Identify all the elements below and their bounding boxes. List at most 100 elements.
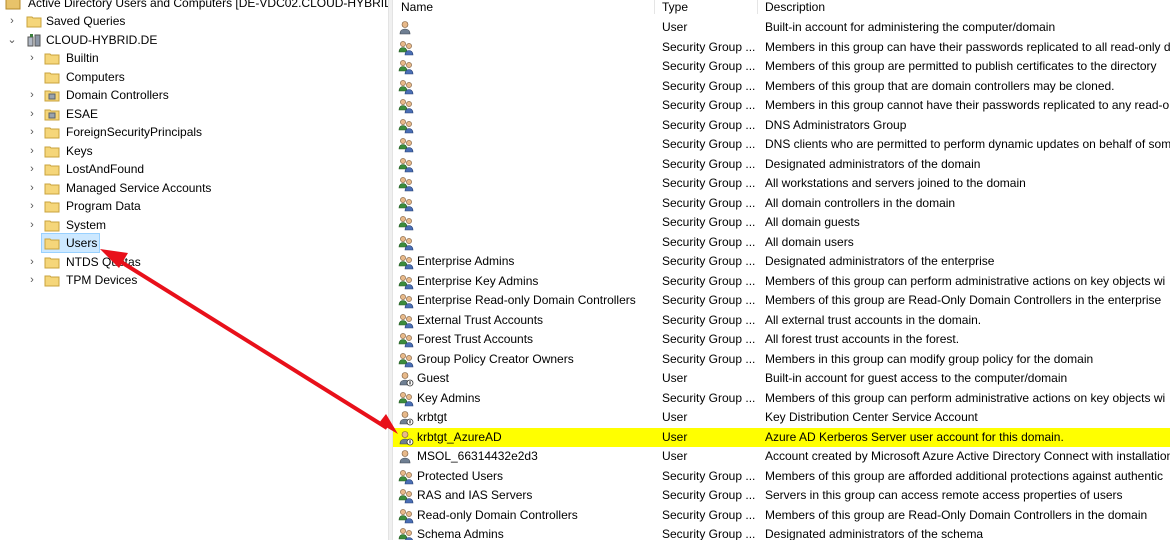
list-row[interactable]: Security Group ... Members of this group … (393, 77, 1170, 97)
chevron-right-icon[interactable]: › (26, 105, 38, 123)
tree-item-domain-controllers[interactable]: › Domain Controllers (0, 86, 388, 104)
cell-name: Schema Admins (417, 527, 504, 540)
list-row[interactable]: External Trust Accounts Security Group ..… (393, 311, 1170, 331)
chevron-right-icon[interactable]: › (6, 12, 18, 30)
tree-item-lostandfound[interactable]: › LostAndFound (0, 160, 388, 178)
tree-item-keys[interactable]: › Keys (0, 142, 388, 160)
cell-type: Security Group ... (662, 215, 756, 229)
list-row[interactable]: Security Group ... All domain controllers… (393, 194, 1170, 214)
tree-item-program-data[interactable]: › Program Data (0, 197, 388, 215)
chevron-right-icon[interactable]: › (26, 271, 38, 289)
cell-description: Built-in account for administering the c… (765, 20, 1056, 34)
tree-item-esae[interactable]: › ESAE (0, 105, 388, 123)
cell-description: DNS Administrators Group (765, 117, 907, 132)
list-row[interactable]: Security Group ... Members of this group … (393, 57, 1170, 77)
list-row[interactable]: Security Group ... All domain users (393, 233, 1170, 253)
cell-type: Security Group ... (662, 293, 756, 307)
tree-item-saved-queries[interactable]: › Saved Queries (0, 12, 388, 30)
tree-item-system[interactable]: › System (0, 216, 388, 234)
list-row[interactable]: Security Group ... All domain guests (393, 213, 1170, 233)
tree-item-foreignsecurityprincipals[interactable]: › ForeignSecurityPrincipals (0, 123, 388, 141)
cell-type: Security Group ... (662, 312, 756, 327)
tree-item-label: LostAndFound (66, 162, 145, 176)
list-row[interactable]: krbtgt_AzureAD User Azure AD Kerberos Serv… (393, 427, 1170, 447)
cell-description: Designated administrators of the domain (765, 156, 981, 171)
folder-icon (26, 16, 42, 28)
list-row[interactable]: Enterprise Admins Security Group ... Desig… (393, 252, 1170, 272)
list-row[interactable]: krbtgt User Key Distribution Center Servic… (393, 408, 1170, 428)
cell-name: Enterprise Key Admins (417, 273, 539, 288)
tree-root[interactable]: Active Directory Users and Computers [DE… (0, 0, 388, 12)
cell-type: Security Group ... (662, 78, 756, 93)
list-row[interactable]: User Built-in account for administering t… (393, 18, 1170, 38)
cell-name: MSOL_66314432e2d3 (417, 449, 538, 463)
list-row[interactable]: Key Admins Security Group ... Members of t… (393, 389, 1170, 409)
column-separator[interactable] (757, 0, 758, 14)
user-icon (399, 21, 411, 35)
list-row[interactable]: MSOL_66314432e2d3 User Account created by … (393, 447, 1170, 467)
list-row[interactable]: RAS and IAS Servers Security Group ... Ser… (393, 486, 1170, 506)
chevron-right-icon[interactable]: › (26, 253, 38, 271)
chevron-right-icon[interactable]: › (26, 160, 38, 178)
tree-item-ntds-quotas[interactable]: › NTDS Quotas (0, 253, 388, 271)
tree-item-builtin[interactable]: › Builtin (0, 49, 388, 67)
chevron-down-icon[interactable]: ⌄ (6, 31, 18, 49)
tree-item-label: CLOUD-HYBRID.DE (46, 33, 158, 47)
list-row[interactable]: Security Group ... DNS Administrators Gro… (393, 116, 1170, 136)
list-row[interactable]: Security Group ... DNS clients who are pe… (393, 135, 1170, 155)
tree-item-users[interactable]: Users (0, 233, 388, 253)
cell-type: Security Group ... (662, 468, 756, 483)
cell-type: User (662, 371, 688, 385)
tree-item-label: Managed Service Accounts (66, 180, 212, 195)
tree-item-label: Keys (66, 143, 93, 158)
column-header-description[interactable]: Description (765, 0, 1165, 14)
tree-item-label: Builtin (66, 51, 99, 65)
list-row[interactable]: Group Policy Creator Owners Security Grou… (393, 350, 1170, 370)
cell-type: Security Group ... (662, 39, 756, 54)
cell-name: Enterprise Admins (417, 254, 515, 268)
tree-root-label: Active Directory Users and Computers [DE… (28, 0, 388, 10)
list-row[interactable]: Enterprise Key Admins Security Group ... M… (393, 272, 1170, 292)
chevron-right-icon[interactable]: › (26, 86, 38, 104)
list-row[interactable]: Security Group ... All workstations and s… (393, 174, 1170, 194)
chevron-right-icon[interactable]: › (26, 142, 38, 160)
chevron-right-icon[interactable]: › (26, 123, 38, 141)
folder-icon (44, 238, 60, 250)
user-icon (399, 450, 411, 464)
list-row[interactable]: Security Group ... Members in this group … (393, 96, 1170, 116)
list-row[interactable]: Guest User Built-in account for guest acce… (393, 369, 1170, 389)
cell-name: External Trust Accounts (417, 312, 544, 327)
column-header-type[interactable]: Type (662, 0, 757, 14)
group-icon (398, 60, 414, 75)
group-icon (398, 294, 414, 309)
cell-description: Key Distribution Center Service Account (765, 410, 978, 424)
cell-name: Key Admins (417, 390, 481, 405)
chevron-right-icon[interactable]: › (26, 197, 38, 215)
folder-icon (44, 275, 60, 287)
tree-item-tpm-devices[interactable]: › TPM Devices (0, 271, 388, 289)
list-row[interactable]: Protected Users Security Group ... Members… (393, 467, 1170, 487)
list-row[interactable]: Security Group ... Members in this group … (393, 38, 1170, 58)
chevron-right-icon[interactable]: › (26, 49, 38, 67)
folder-icon (44, 201, 60, 213)
chevron-right-icon[interactable]: › (26, 216, 38, 234)
column-header-name[interactable]: Name (401, 0, 661, 14)
cell-description: Built-in account for guest access to the… (765, 371, 1068, 385)
list-row[interactable]: Read-only Domain Controllers Security Gro… (393, 506, 1170, 526)
folder-icon (44, 53, 60, 65)
cell-description: All domain controllers in the domain (765, 195, 956, 210)
tree-item-domain[interactable]: ⌄ CLOUD-HYBRID.DE (0, 31, 388, 49)
tree-item-computers[interactable]: Computers (0, 68, 388, 86)
column-separator[interactable] (654, 0, 655, 14)
list-row[interactable]: Forest Trust Accounts Security Group ... A… (393, 330, 1170, 350)
list-row[interactable]: Schema Admins Security Group ... Designate… (393, 525, 1170, 540)
list-row[interactable]: Enterprise Read-only Domain Controllers S… (393, 291, 1170, 311)
list-row[interactable]: Security Group ... Designated administrat… (393, 155, 1170, 175)
cell-name: krbtgt_AzureAD (417, 429, 502, 444)
group-icon (398, 313, 414, 328)
tree-item-managed-service-accounts[interactable]: › Managed Service Accounts (0, 179, 388, 197)
ou-folder-icon (44, 90, 60, 102)
group-icon (398, 274, 414, 289)
chevron-right-icon[interactable]: › (26, 179, 38, 197)
cell-type: User (662, 449, 688, 463)
